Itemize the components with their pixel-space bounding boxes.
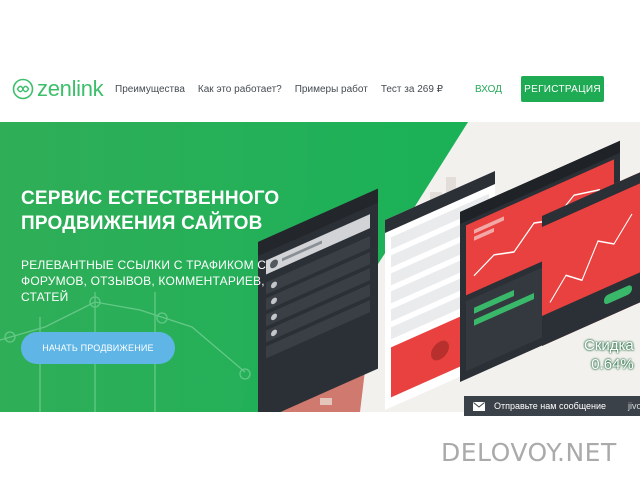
- site-header: zenlink Преимущества Как это работает? П…: [0, 0, 640, 122]
- logo[interactable]: zenlink: [12, 76, 104, 101]
- logo-text: zenlink: [37, 76, 104, 101]
- nav-how-it-works[interactable]: Как это работает?: [198, 84, 282, 96]
- watermark: DELOVOY.NET: [441, 438, 617, 467]
- main-nav: Преимущества Как это работает? Примеры р…: [115, 84, 456, 96]
- register-button[interactable]: РЕГИСТРАЦИЯ: [521, 76, 604, 102]
- chat-widget[interactable]: Отправьте нам сообщение jivo: [464, 396, 640, 416]
- discount-label: Скидка: [584, 337, 634, 354]
- hero-title: СЕРВИС ЕСТЕСТВЕННОГО ПРОДВИЖЕНИЯ САЙТОВ: [21, 188, 280, 234]
- chat-brand: jivo: [628, 401, 640, 411]
- hero-subtitle: РЕЛЕВАНТНЫЕ ССЫЛКИ С ТРАФИКОМ С ФОРУМОВ,…: [21, 258, 267, 304]
- logo-icon: [12, 78, 34, 100]
- nav-test[interactable]: Тест за 269 ₽: [381, 84, 443, 96]
- login-link[interactable]: ВХОД: [475, 84, 502, 96]
- discount-badge: Скидка 0.64%: [584, 336, 634, 374]
- nav-advantages[interactable]: Преимущества: [115, 84, 185, 96]
- nav-examples[interactable]: Примеры работ: [295, 84, 368, 96]
- start-promotion-button[interactable]: НАЧАТЬ ПРОДВИЖЕНИЕ: [21, 332, 175, 364]
- chat-label: Отправьте нам сообщение: [494, 401, 607, 411]
- hero-section: СЕРВИС ЕСТЕСТВЕННОГО ПРОДВИЖЕНИЯ САЙТОВ …: [0, 122, 640, 412]
- envelope-icon: [473, 401, 485, 411]
- discount-value: 0.64%: [591, 356, 634, 373]
